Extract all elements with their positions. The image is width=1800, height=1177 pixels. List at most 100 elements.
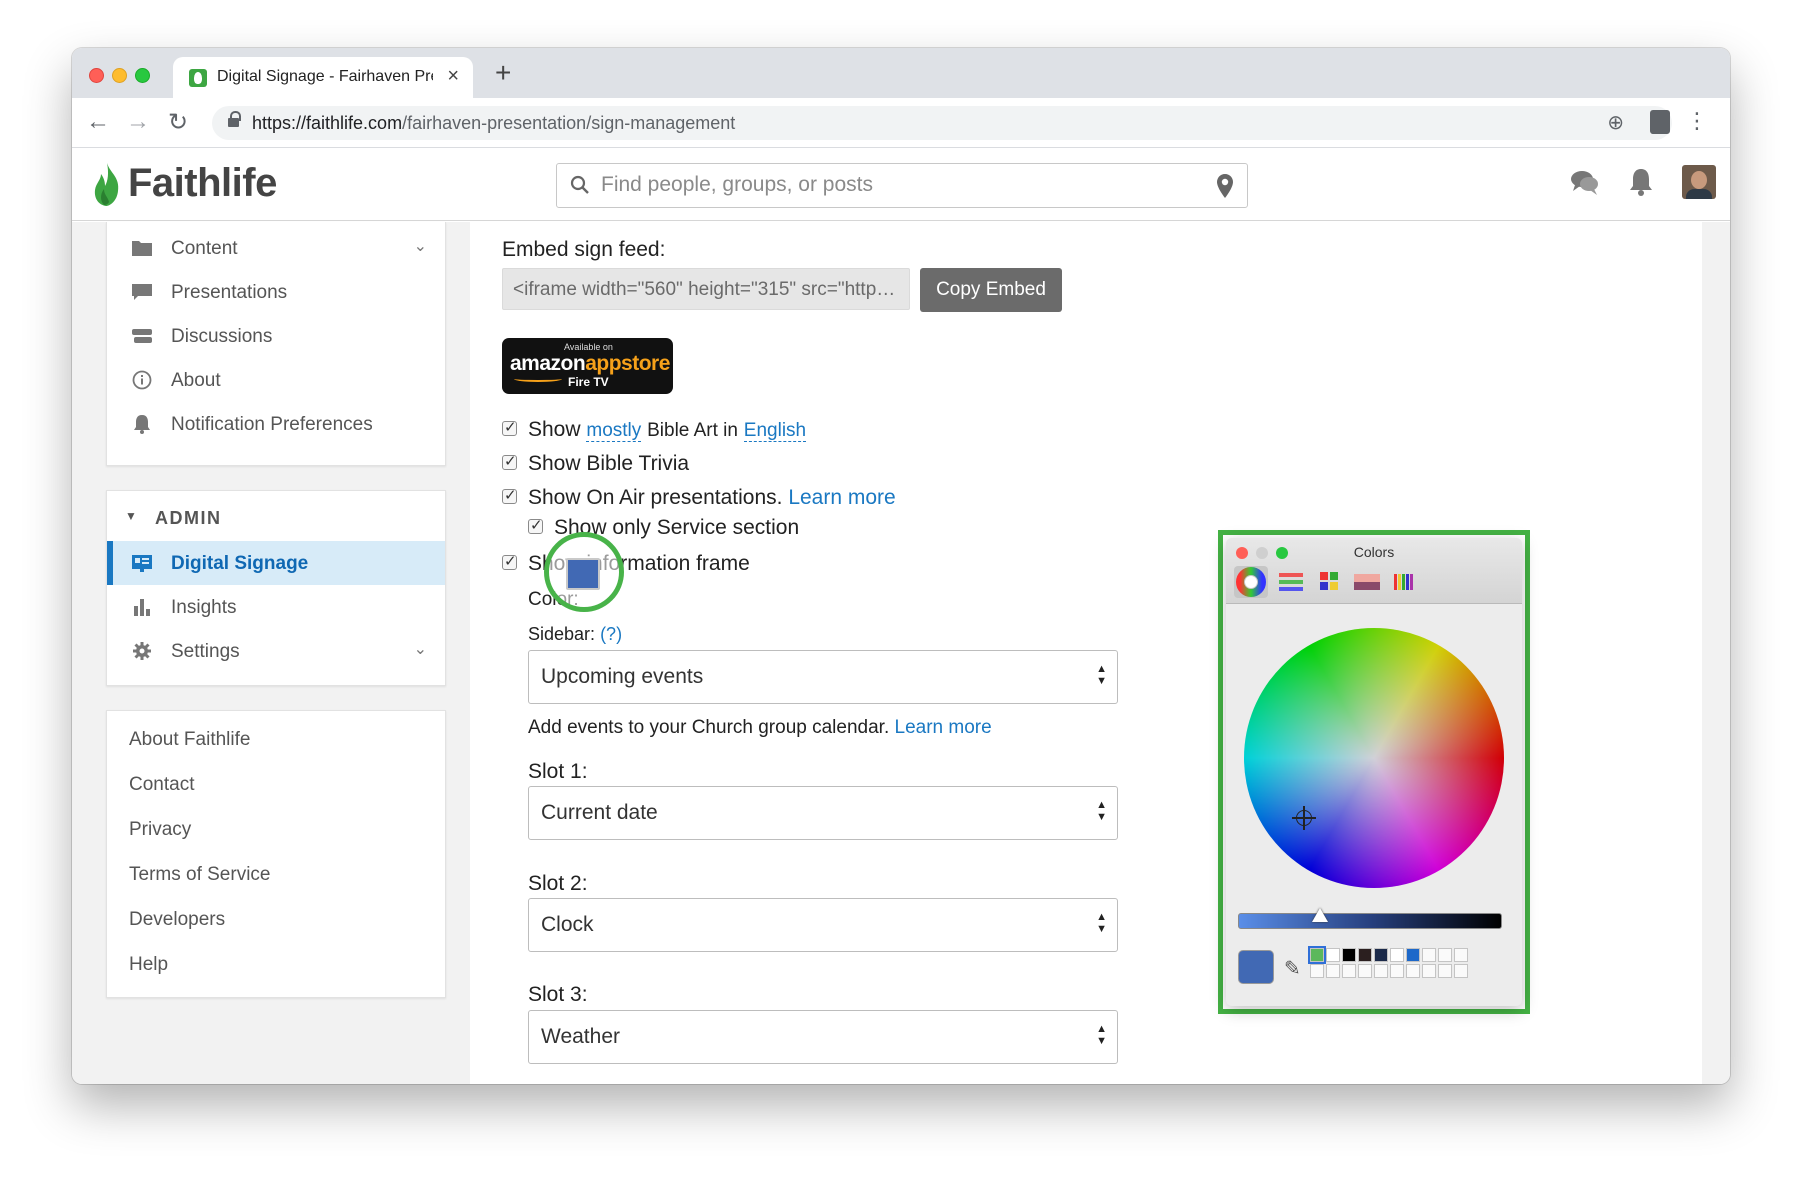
browser-tab[interactable]: Digital Signage - Fairhaven Pre × — [173, 57, 473, 98]
search-box[interactable] — [556, 163, 1248, 208]
color-wheel-icon — [1236, 567, 1266, 597]
color-swatch-cell[interactable] — [1422, 948, 1436, 962]
browser-menu-icon[interactable]: ⋮ — [1686, 108, 1708, 134]
color-sliders-icon — [1279, 573, 1303, 591]
slot2-select[interactable]: Clock ▲ ▼ — [528, 898, 1118, 952]
amazon-appstore-badge[interactable]: Available on amazonappstore Fire TV — [502, 338, 673, 394]
zoom-icon[interactable]: ⊕ — [1607, 110, 1624, 135]
sidebar-item-presentations[interactable]: Presentations — [107, 270, 445, 314]
mostly-link[interactable]: mostly — [586, 420, 642, 442]
footer-link-terms[interactable]: Terms of Service — [129, 864, 270, 886]
slot3-select[interactable]: Weather ▲ ▼ — [528, 1010, 1118, 1064]
color-sliders-tab[interactable] — [1274, 566, 1308, 598]
notifications-bell-icon[interactable] — [1628, 167, 1654, 197]
slot1-select[interactable]: Current date ▲ ▼ — [528, 786, 1118, 840]
color-swatch-cell[interactable] — [1438, 948, 1452, 962]
color-swatch-cell[interactable] — [1438, 964, 1452, 978]
zoom-window-button[interactable] — [135, 68, 150, 83]
color-swatch-cell[interactable] — [1310, 964, 1324, 978]
brightness-slider-thumb[interactable] — [1312, 908, 1328, 922]
sidebar-select-value: Upcoming events — [541, 665, 704, 688]
footer-link-about-faithlife[interactable]: About Faithlife — [129, 729, 250, 751]
sidebar-select[interactable]: Upcoming events ▲ ▼ — [528, 650, 1118, 704]
sidebar-item-label: Settings — [171, 641, 240, 662]
color-swatch-cell[interactable] — [1358, 948, 1372, 962]
faithlife-flame-icon[interactable] — [90, 161, 124, 207]
color-swatch-cell[interactable] — [1342, 948, 1356, 962]
sidebar-item-label: Presentations — [171, 282, 288, 303]
sidebar-item-about[interactable]: About — [107, 358, 445, 402]
brightness-slider[interactable] — [1238, 913, 1502, 929]
browser-toolbar: ← → ↻ https://faithlife.com/fairhaven-pr… — [72, 98, 1730, 148]
info-frame-checkbox[interactable] — [502, 552, 517, 570]
slot2-select-value: Clock — [541, 913, 594, 936]
color-swatch-cell[interactable] — [1326, 964, 1340, 978]
color-swatch-cell[interactable] — [1326, 948, 1340, 962]
swatch-grid[interactable] — [1308, 946, 1468, 978]
color-swatch-cell[interactable] — [1406, 964, 1420, 978]
on-air-checkbox[interactable] — [502, 486, 517, 504]
bible-art-checkbox[interactable] — [502, 418, 517, 436]
slot1-label: Slot 1: — [528, 760, 588, 783]
image-palettes-tab[interactable] — [1350, 566, 1384, 598]
copy-embed-button[interactable]: Copy Embed — [920, 268, 1062, 312]
color-swatch-cell[interactable] — [1390, 948, 1404, 962]
amazon-appstore-wordmark: amazonappstore — [510, 352, 670, 376]
footer-link-help[interactable]: Help — [129, 954, 168, 976]
color-swatch-cell[interactable] — [1308, 946, 1326, 964]
color-palettes-tab[interactable] — [1312, 566, 1346, 598]
color-swatch-cell[interactable] — [1374, 964, 1388, 978]
eyedropper-icon[interactable]: ✎ — [1284, 956, 1301, 981]
admin-section-toggle[interactable]: ▼ ADMIN — [107, 497, 445, 537]
color-swatch-cell[interactable] — [1342, 964, 1356, 978]
search-input[interactable] — [601, 173, 1201, 197]
location-pin-icon[interactable] — [1215, 173, 1235, 199]
color-swatch-cell[interactable] — [1422, 964, 1436, 978]
on-air-learn-more-link[interactable]: Learn more — [788, 486, 895, 509]
pencils-tab[interactable] — [1388, 566, 1422, 598]
color-swatch-cell[interactable] — [1406, 948, 1420, 962]
sidebar-item-discussions[interactable]: Discussions — [107, 314, 445, 358]
back-arrow-icon[interactable]: ← — [86, 108, 110, 136]
faithlife-logo-text[interactable]: Faithlife — [128, 161, 277, 206]
trivia-checkbox[interactable] — [502, 452, 517, 470]
color-swatch-cell[interactable] — [1358, 964, 1372, 978]
color-wheel-crosshair[interactable] — [1292, 806, 1316, 830]
footer-link-contact[interactable]: Contact — [129, 774, 194, 796]
user-avatar[interactable] — [1682, 165, 1716, 199]
color-wheel-tab[interactable] — [1234, 566, 1268, 598]
color-swatch-cell[interactable] — [1454, 964, 1468, 978]
new-tab-button[interactable]: + — [495, 57, 511, 89]
color-swatch-cell[interactable] — [1390, 964, 1404, 978]
footer-link-privacy[interactable]: Privacy — [129, 819, 191, 841]
messages-icon[interactable] — [1570, 169, 1600, 197]
footer-links-card: About Faithlife Contact Privacy Terms of… — [106, 710, 446, 998]
color-swatch-cell[interactable] — [1374, 948, 1388, 962]
minimize-window-button[interactable] — [112, 68, 127, 83]
close-window-button[interactable] — [89, 68, 104, 83]
reload-icon[interactable]: ↻ — [168, 108, 188, 137]
close-tab-icon[interactable]: × — [447, 65, 459, 88]
events-learn-more-link[interactable]: Learn more — [895, 717, 992, 738]
sidebar-item-notification-preferences[interactable]: Notification Preferences — [107, 402, 445, 446]
current-color-well[interactable] — [1238, 950, 1274, 984]
updown-arrows-icon: ▲ ▼ — [1096, 663, 1107, 687]
updown-arrows-icon: ▲ ▼ — [1096, 911, 1107, 935]
address-bar[interactable]: https://faithlife.com/fairhaven-presenta… — [212, 106, 1672, 140]
sidebar-item-digital-signage[interactable]: Digital Signage — [107, 541, 445, 585]
sidebar-item-content[interactable]: Content ⌄ — [107, 226, 445, 270]
sidebar-item-insights[interactable]: Insights — [107, 585, 445, 629]
colors-titlebar: Colors — [1226, 538, 1522, 604]
color-swatch-cell[interactable] — [1454, 948, 1468, 962]
footer-link-developers[interactable]: Developers — [129, 909, 225, 931]
color-swatch-button[interactable] — [566, 558, 600, 590]
embed-code-field[interactable]: <iframe width="560" height="315" src="ht… — [502, 268, 910, 310]
sidebar-item-settings[interactable]: Settings ⌄ — [107, 629, 445, 673]
service-only-checkbox[interactable] — [528, 516, 543, 534]
forward-arrow-icon[interactable]: → — [126, 108, 150, 136]
language-link[interactable]: English — [743, 420, 807, 442]
updown-arrows-icon: ▲ ▼ — [1096, 1023, 1107, 1047]
sidebar-label: Sidebar: — [528, 624, 596, 644]
extension-icon[interactable] — [1650, 110, 1670, 134]
sidebar-help-link[interactable]: (?) — [600, 624, 622, 644]
